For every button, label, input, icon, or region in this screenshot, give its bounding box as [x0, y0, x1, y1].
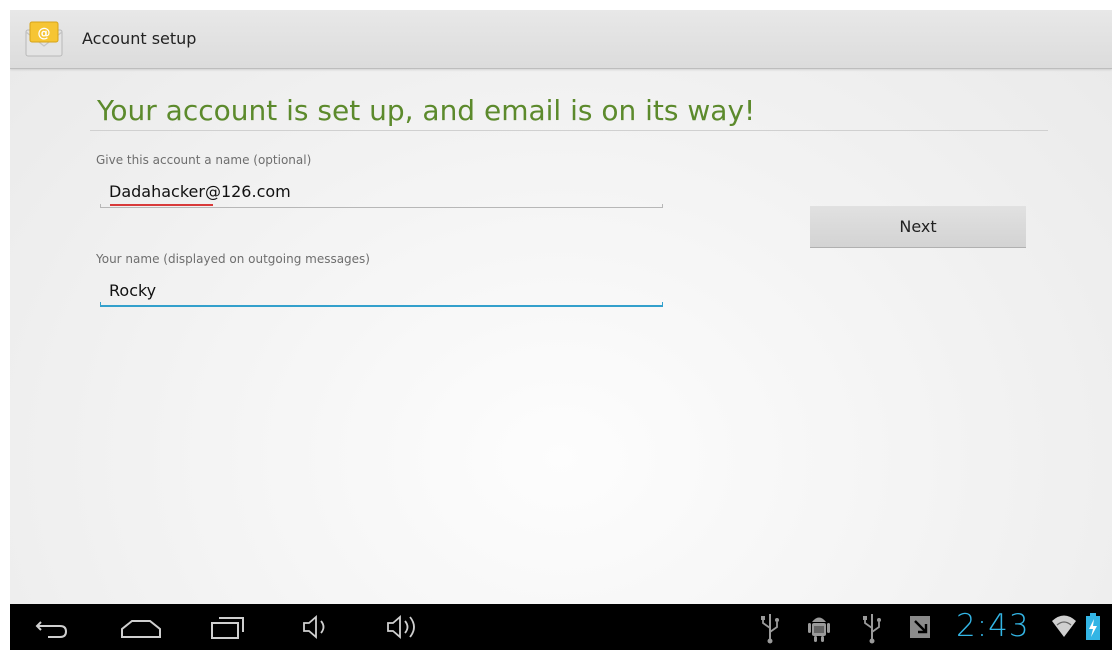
your-name-underline: [100, 302, 663, 307]
recent-apps-icon[interactable]: [203, 604, 253, 650]
system-bar: 2:43: [10, 604, 1112, 650]
battery-charging-icon: [1086, 613, 1100, 640]
volume-down-icon[interactable]: [298, 604, 338, 650]
your-name-label: Your name (displayed on outgoing message…: [96, 252, 370, 266]
screen: @ Account setup Your account is set up, …: [10, 10, 1112, 650]
your-name-input[interactable]: [100, 278, 663, 302]
back-icon[interactable]: [32, 604, 72, 650]
account-name-label: Give this account a name (optional): [96, 153, 312, 167]
android-debug-icon: [808, 617, 830, 642]
setup-complete-headline: Your account is set up, and email is on …: [97, 94, 756, 127]
usb-icon: [863, 614, 881, 644]
headline-divider: [90, 130, 1048, 131]
account-name-input[interactable]: [100, 179, 663, 203]
email-app-icon[interactable]: @: [24, 20, 64, 58]
app-title: Account setup: [82, 29, 197, 48]
volume-up-icon[interactable]: [382, 604, 430, 650]
usb-icon: [761, 614, 779, 644]
email-app-icon-symbol: @: [38, 26, 51, 41]
wifi-icon: [1052, 615, 1076, 637]
home-icon[interactable]: [116, 604, 166, 650]
action-bar: @ Account setup: [10, 10, 1112, 69]
next-button[interactable]: Next: [810, 206, 1026, 248]
account-name-underline: [100, 204, 663, 208]
clock: 2:43: [956, 608, 1030, 644]
download-icon: [910, 616, 930, 638]
